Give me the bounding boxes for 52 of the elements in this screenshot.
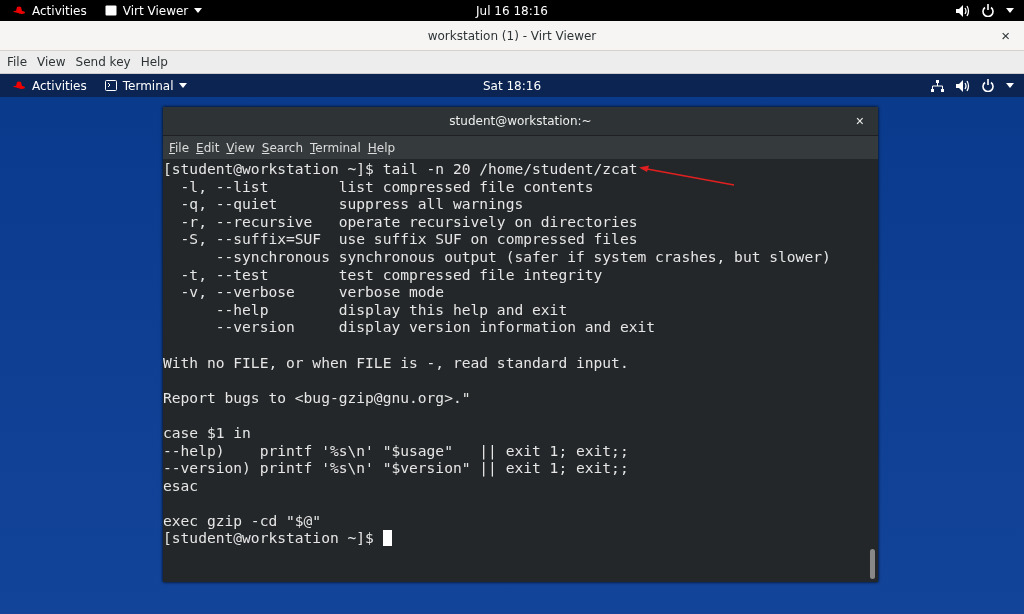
terminal-line: -v, --verbose verbose mode [179, 283, 445, 301]
terminal-line: With no FILE, or when FILE is -, read standard input. [163, 353, 629, 372]
menu-item[interactable]: Terminal [306, 140, 364, 155]
menu-item[interactable]: Send key [70, 55, 136, 69]
terminal-line: -q, --quiet suppress all warnings [179, 195, 524, 213]
terminal-line: esac [163, 476, 199, 495]
activities-button[interactable]: Activities [8, 78, 91, 93]
terminal-line: --version display version information and exit [214, 318, 656, 336]
menu-item[interactable]: View [222, 140, 258, 155]
app-menu-button[interactable]: Virt Viewer [100, 3, 207, 18]
volume-icon[interactable] [956, 79, 970, 92]
caret-icon[interactable] [1006, 8, 1014, 13]
power-icon[interactable] [982, 4, 994, 17]
terminal-title: student@workstation:~ [449, 114, 592, 128]
terminal-line: --synchronous synchronous output (safer if system crashes, but slower) [214, 247, 831, 266]
terminal-icon [104, 80, 117, 91]
hat-icon [12, 5, 26, 16]
window-title: workstation (1) - Virt Viewer [427, 28, 597, 43]
scrollbar[interactable] [870, 549, 875, 579]
menu-item[interactable]: Search [257, 140, 307, 155]
terminal-line: -S, --suffix=SUF use suffix SUF on compressed files [179, 230, 638, 248]
terminal-line: --version) printf '%s\n' "$version" || exit 1; exit;; [163, 459, 629, 477]
caret-icon [194, 8, 203, 13]
caret-icon[interactable] [1006, 83, 1014, 88]
menu-item[interactable]: Edit [192, 140, 223, 155]
menu-item[interactable]: Help [135, 55, 173, 69]
terminal-line: [student@workstation ~]$ tail -n 20 /home/student/zcat [163, 160, 638, 178]
terminal-line: exec gzip -cd "$@" [163, 511, 322, 530]
close-button[interactable]: × [849, 112, 870, 130]
menu-item[interactable]: Help [363, 140, 399, 155]
network-icon[interactable] [931, 79, 944, 92]
terminal-line: -l, --list list compressed file contents [179, 177, 594, 196]
hat-icon [12, 80, 26, 91]
app-menu-button[interactable]: Terminal [100, 78, 192, 93]
terminal-line: case $1 in [163, 423, 251, 442]
terminal-line: -t, --test test compressed file integrity [179, 265, 603, 284]
terminal-line: [student@workstation ~]$ [163, 529, 375, 548]
window-icon [104, 5, 117, 16]
caret-icon [179, 83, 188, 88]
terminal-line: --help) printf '%s\n' "$usage" || exit 1; exit;; [163, 441, 629, 460]
clock[interactable]: Sat 18:16 [482, 78, 542, 93]
menu-item[interactable]: File [165, 140, 193, 155]
terminal-line: --help display this help and exit [214, 300, 568, 319]
clock[interactable]: Jul 16 18:16 [476, 3, 548, 18]
terminal-line: -r, --recursive operate recursively on directories [179, 212, 638, 231]
close-button[interactable]: × [995, 26, 1016, 45]
power-icon[interactable] [982, 79, 994, 92]
activities-button[interactable]: Activities [8, 3, 91, 18]
terminal-line: Report bugs to <bug-gzip@gnu.org>." [163, 388, 471, 407]
menu-item[interactable]: File [2, 55, 33, 69]
volume-icon[interactable] [956, 4, 970, 17]
menu-item[interactable]: View [32, 55, 71, 69]
